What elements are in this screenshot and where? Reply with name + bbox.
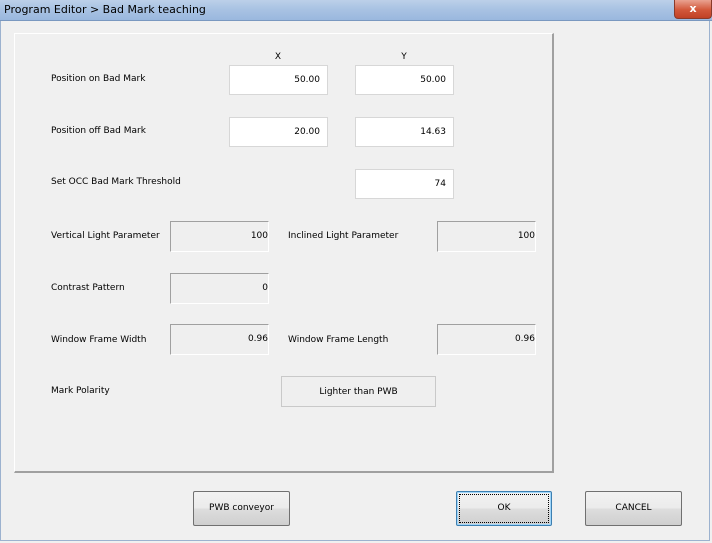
position-on-bad-mark-label: Position on Bad Mark [51,74,146,84]
vertical-light-value: 100 [170,221,269,252]
ok-button-label: OK [497,503,511,513]
position-off-bad-mark-label: Position off Bad Mark [51,126,146,136]
position-off-y-field[interactable]: 14.63 [355,117,454,147]
mark-polarity-label: Mark Polarity [51,386,110,396]
window-frame-length-label: Window Frame Length [288,335,389,345]
window-frame-length-value: 0.96 [437,324,536,355]
contrast-pattern-label: Contrast Pattern [51,283,125,293]
inclined-light-value: 100 [437,221,536,252]
position-on-y-field[interactable]: 50.00 [355,65,454,95]
window-frame-width-value: 0.96 [170,324,269,355]
window-title: Program Editor > Bad Mark teaching [4,3,206,16]
window-frame-width-label: Window Frame Width [51,335,147,345]
vertical-light-label: Vertical Light Parameter [51,231,160,241]
close-button[interactable]: x [674,0,712,19]
contrast-pattern-value: 0 [170,273,269,304]
occ-threshold-label: Set OCC Bad Mark Threshold [51,177,181,187]
cancel-button[interactable]: CANCEL [585,491,682,526]
ok-button[interactable]: OK [456,491,552,526]
pwb-conveyor-button[interactable]: PWB conveyor [193,491,290,526]
mark-polarity-button[interactable]: Lighter than PWB [281,376,436,407]
occ-threshold-field[interactable]: 74 [355,169,454,199]
position-off-x-field[interactable]: 20.00 [229,117,328,147]
column-header-x: X [274,52,282,62]
column-header-y: Y [401,52,407,62]
title-bar: Program Editor > Bad Mark teaching x [0,0,712,21]
inclined-light-label: Inclined Light Parameter [288,231,399,241]
position-on-x-field[interactable]: 50.00 [229,65,328,95]
bad-mark-settings-panel [14,33,554,473]
close-icon: x [689,2,697,15]
